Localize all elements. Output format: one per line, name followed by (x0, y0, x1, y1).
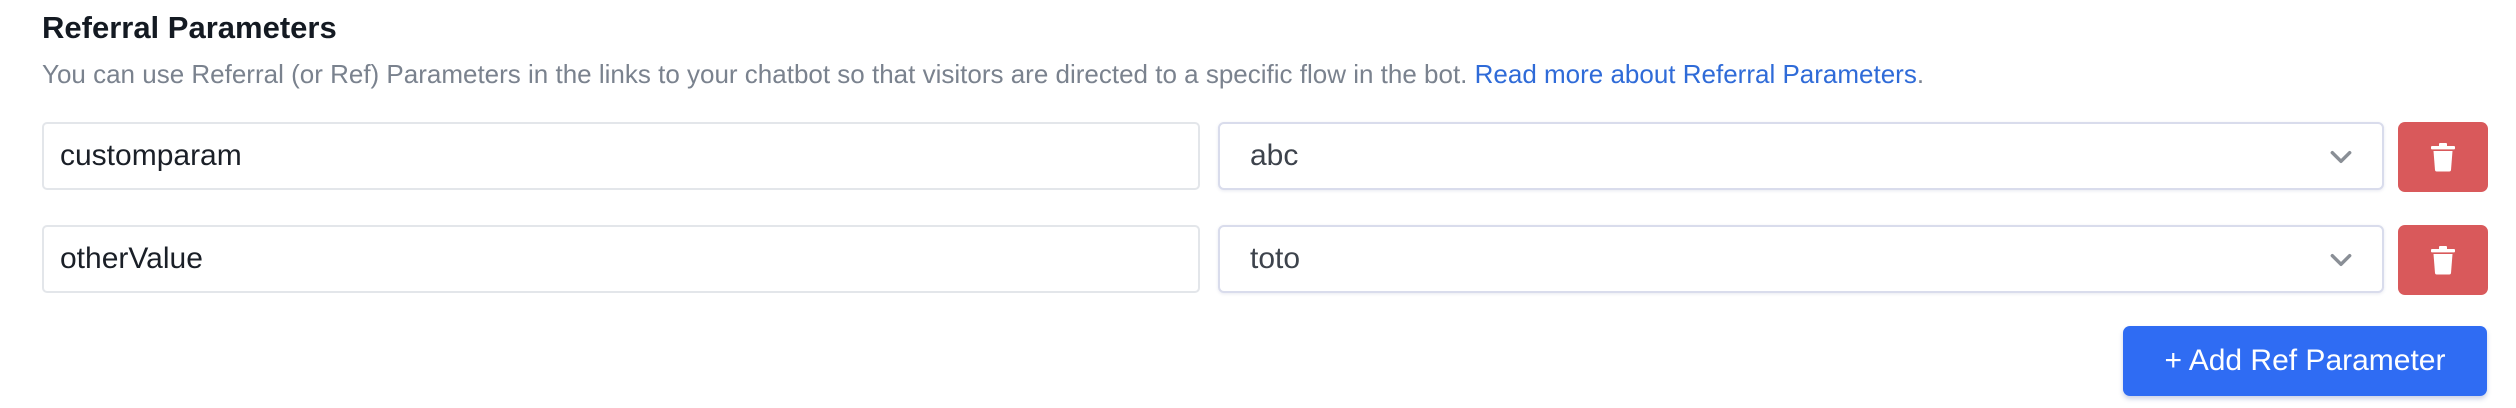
param-key-input[interactable]: otherValue (42, 225, 1200, 293)
chevron-down-icon (2330, 150, 2352, 164)
delete-param-button[interactable] (2398, 122, 2488, 192)
description-text: You can use Referral (or Ref) Parameters… (42, 59, 1475, 89)
chevron-down-icon (2330, 253, 2352, 267)
read-more-link[interactable]: Read more about Referral Parameters (1475, 59, 1917, 89)
param-key-input[interactable]: customparam (42, 122, 1200, 190)
add-ref-parameter-button[interactable]: + Add Ref Parameter (2123, 326, 2487, 396)
description-end: . (1916, 59, 1925, 89)
param-value-select[interactable]: toto (1218, 225, 2384, 293)
param-value-selected: abc (1250, 139, 1299, 172)
referral-parameters-section: Referral Parameters You can use Referral… (0, 0, 2516, 408)
section-description: You can use Referral (or Ref) Parameters… (42, 57, 1924, 91)
param-value-selected: toto (1250, 242, 1301, 275)
section-title: Referral Parameters (42, 10, 337, 45)
ref-param-row: customparam abc (42, 120, 2492, 192)
trash-icon (2431, 143, 2455, 172)
delete-param-button[interactable] (2398, 225, 2488, 295)
ref-param-row: otherValue toto (42, 223, 2492, 295)
param-key-value: otherValue (60, 242, 203, 275)
param-value-select[interactable]: abc (1218, 122, 2384, 190)
trash-icon (2431, 246, 2455, 275)
param-key-value: customparam (60, 139, 242, 172)
